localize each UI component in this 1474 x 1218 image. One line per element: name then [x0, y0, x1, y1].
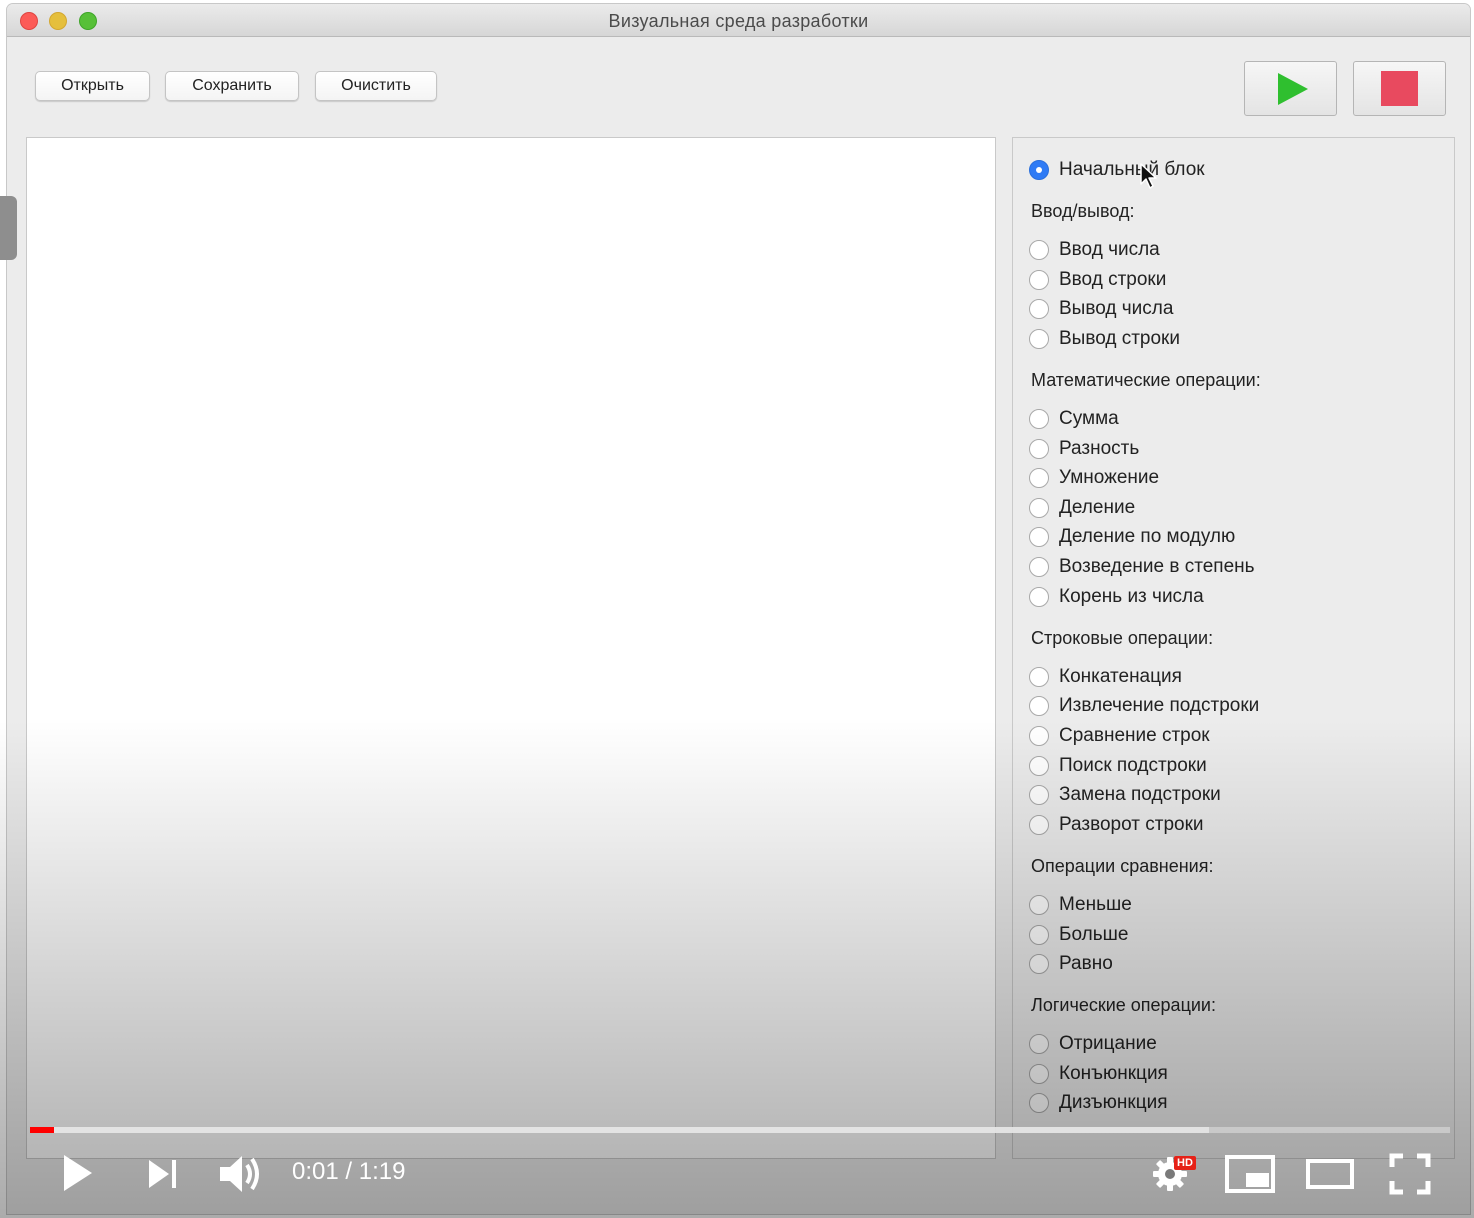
radio-button[interactable]: [1029, 557, 1049, 577]
radio-label: Сравнение строк: [1059, 725, 1210, 746]
block-canvas[interactable]: [26, 137, 996, 1159]
radio-label: Больше: [1059, 924, 1129, 945]
radio-label: Равно: [1059, 953, 1113, 974]
radio-label: Разворот строки: [1059, 814, 1204, 835]
group-label-compare: Операции сравнения:: [1031, 856, 1214, 876]
radio-label: Замена подстроки: [1059, 784, 1221, 805]
radio-label: Разность: [1059, 438, 1140, 459]
radio-label: Ввод числа: [1059, 239, 1160, 260]
play-icon: [1278, 73, 1308, 105]
theater-mode-icon[interactable]: [1305, 1154, 1355, 1194]
radio-button[interactable]: [1029, 498, 1049, 518]
stop-button[interactable]: [1353, 61, 1446, 116]
window-title: Визуальная среда разработки: [608, 11, 869, 31]
video-progress-bar[interactable]: [30, 1127, 1450, 1133]
side-handle[interactable]: [0, 196, 17, 260]
radio-label: Конъюнкция: [1059, 1063, 1168, 1084]
radio-label: Умножение: [1059, 467, 1160, 488]
radio-label: Вывод числа: [1059, 298, 1174, 319]
group-label-logic: Логические операции:: [1031, 995, 1216, 1015]
radio-button[interactable]: [1029, 299, 1049, 319]
open-button[interactable]: Открыть: [35, 71, 150, 101]
clear-button[interactable]: Очистить: [315, 71, 437, 101]
radio-label: Поиск подстроки: [1059, 755, 1207, 776]
radio-button[interactable]: [1029, 468, 1049, 488]
app-window: Визуальная среда разработки Открыть Сохр…: [7, 4, 1470, 1214]
fullscreen-icon[interactable]: [1388, 1152, 1432, 1196]
progress-buffered: [30, 1127, 1209, 1133]
group-label-io: Ввод/вывод:: [1031, 201, 1135, 221]
radio-label: Сумма: [1059, 408, 1119, 429]
radio-label: Корень из числа: [1059, 586, 1204, 607]
group-label-string: Строковые операции:: [1031, 628, 1214, 648]
radio-label: Извлечение подстроки: [1059, 695, 1260, 716]
radio-button[interactable]: [1029, 756, 1049, 776]
miniplayer-icon[interactable]: [1224, 1152, 1276, 1196]
radio-button[interactable]: [1029, 587, 1049, 607]
radio-button[interactable]: [1029, 270, 1049, 290]
radio-button[interactable]: [1029, 726, 1049, 746]
volume-icon[interactable]: [216, 1151, 264, 1197]
play-icon[interactable]: [58, 1152, 98, 1194]
hd-badge: HD: [1174, 1156, 1196, 1170]
save-button[interactable]: Сохранить: [165, 71, 299, 101]
radio-button[interactable]: [1029, 439, 1049, 459]
radio-button[interactable]: [1029, 1034, 1049, 1054]
radio-label: Деление: [1059, 497, 1136, 518]
radio-label: Возведение в степень: [1059, 556, 1255, 577]
next-icon[interactable]: [145, 1156, 181, 1192]
time-display: 0:01 / 1:19: [292, 1158, 406, 1185]
radio-button[interactable]: [1029, 954, 1049, 974]
radio-button[interactable]: [1029, 696, 1049, 716]
radio-button[interactable]: [1029, 240, 1049, 260]
radio-button[interactable]: [1029, 409, 1049, 429]
radio-label: Начальный блок: [1059, 159, 1205, 180]
group-label-math: Математические операции:: [1031, 370, 1261, 390]
mouse-cursor-icon: [1140, 163, 1157, 189]
radio-label: Вывод строки: [1059, 328, 1180, 349]
radio-button[interactable]: [1029, 1064, 1049, 1084]
title-bar: Визуальная среда разработки: [7, 4, 1470, 37]
stop-icon: [1381, 71, 1418, 106]
run-button[interactable]: [1244, 61, 1337, 116]
radio-label: Ввод строки: [1059, 269, 1167, 290]
radio-button[interactable]: [1029, 815, 1049, 835]
radio-button[interactable]: [1029, 1093, 1049, 1113]
radio-button[interactable]: [1029, 667, 1049, 687]
radio-button[interactable]: [1029, 925, 1049, 945]
radio-label: Конкатенация: [1059, 666, 1182, 687]
radio-label: Дизъюнкция: [1059, 1092, 1168, 1113]
radio-button[interactable]: [1029, 895, 1049, 915]
radio-button[interactable]: [1029, 329, 1049, 349]
radio-label: Отрицание: [1059, 1033, 1157, 1054]
block-palette: Начальный блок Ввод/вывод: Ввод числа Вв…: [1012, 137, 1455, 1159]
radio-button[interactable]: [1029, 527, 1049, 547]
radio-button-checked[interactable]: [1029, 160, 1049, 180]
progress-played: [30, 1127, 55, 1133]
radio-button[interactable]: [1029, 785, 1049, 805]
radio-label: Деление по модулю: [1059, 526, 1236, 547]
radio-label: Меньше: [1059, 894, 1132, 915]
